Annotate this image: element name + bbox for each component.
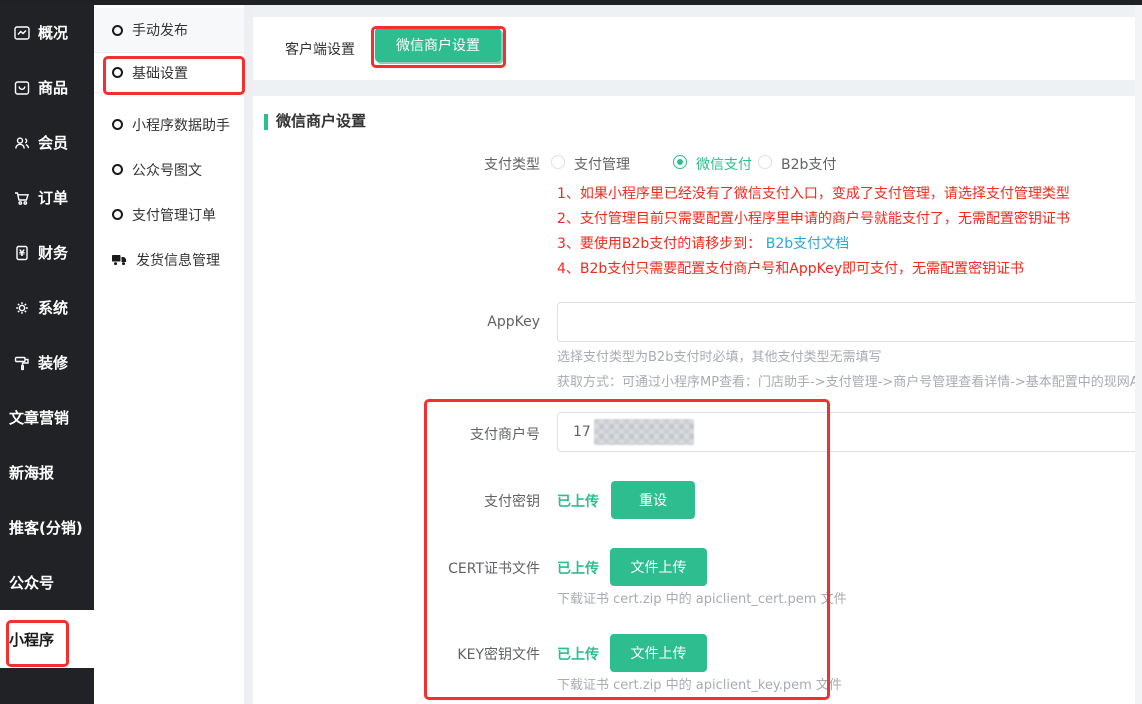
- appkey-input-box: [557, 302, 1142, 342]
- top-black-bar: [0, 0, 1142, 5]
- sidebar-item-official-account[interactable]: 公众号: [0, 555, 94, 610]
- tab-client-settings[interactable]: 客户端设置: [285, 39, 355, 59]
- sidebar-item-label: 概况: [38, 22, 68, 43]
- cert-file-status-badge: 已上传: [557, 558, 599, 578]
- sidebar-item-overview[interactable]: 概况: [0, 5, 94, 60]
- submenu-item-basic-settings[interactable]: 基础设置: [94, 53, 244, 93]
- submenu-scrollbar[interactable]: [244, 5, 253, 704]
- merchant-no-value: 17: [558, 424, 591, 440]
- sidebar-item-promoter[interactable]: 推客(分销): [0, 500, 94, 555]
- note-line-3: 3、要使用B2b支付的请移步到： B2b支付文档: [557, 233, 849, 253]
- sidebar-item-system[interactable]: 系统: [0, 280, 94, 335]
- censored-mosaic: [594, 419, 694, 445]
- submenu-item-label: 发货信息管理: [136, 250, 220, 270]
- tabs-panel: 客户端设置 微信商户设置: [253, 17, 1142, 80]
- radio-wechat-pay-label[interactable]: 微信支付: [696, 154, 752, 174]
- sidebar-item-members[interactable]: 会员: [0, 115, 94, 170]
- content-panel: 微信商户设置 支付类型 支付管理 微信支付 B2b支付 1、如果小程序里已经没有…: [253, 96, 1142, 704]
- circle-icon: [112, 25, 123, 36]
- key-upload-button[interactable]: 文件上传: [610, 634, 707, 672]
- sidebar-item-orders[interactable]: 订单: [0, 170, 94, 225]
- goods-icon: [13, 79, 31, 97]
- pay-secret-status-badge: 已上传: [557, 491, 599, 511]
- radio-wechat-pay[interactable]: [673, 155, 687, 169]
- sidebar-item-article-marketing[interactable]: 文章营销: [0, 390, 94, 445]
- submenu-item-official-account-articles[interactable]: 公众号图文: [94, 147, 244, 192]
- submenu-item-label: 小程序数据助手: [132, 115, 230, 135]
- submenu-panel: 手动发布 基础设置 小程序数据助手 公众号图文 支付管理订单 发货信息管理: [94, 5, 244, 704]
- appkey-input[interactable]: [558, 303, 1141, 341]
- merchant-no-input[interactable]: 17: [557, 412, 1142, 452]
- sidebar-item-label: 会员: [38, 132, 68, 153]
- orders-icon: [13, 189, 31, 207]
- svg-text:¥: ¥: [19, 249, 25, 259]
- section-title: 微信商户设置: [276, 110, 366, 131]
- sidebar-item-label: 小程序: [9, 629, 54, 650]
- tab-wechat-merchant-settings[interactable]: 微信商户设置: [375, 28, 501, 62]
- submenu-item-label: 基础设置: [132, 63, 188, 83]
- sidebar-item-label: 装修: [38, 352, 68, 373]
- members-icon: [13, 134, 31, 152]
- sidebar-item-label: 商品: [38, 77, 68, 98]
- sidebar-item-decorate[interactable]: 装修: [0, 335, 94, 390]
- sidebar-item-label: 财务: [38, 242, 68, 263]
- submenu-item-miniprogram-data-assistant[interactable]: 小程序数据助手: [94, 102, 244, 147]
- sidebar-item-finance[interactable]: ¥ 财务: [0, 225, 94, 280]
- radio-b2b-pay[interactable]: [758, 155, 772, 169]
- cert-file-help: 下载证书 cert.zip 中的 apiclient_cert.pem 文件: [557, 588, 847, 607]
- key-file-help: 下载证书 cert.zip 中的 apiclient_key.pem 文件: [557, 674, 842, 693]
- sidebar-item-label: 订单: [38, 187, 68, 208]
- key-file-status-badge: 已上传: [557, 644, 599, 664]
- cert-file-label: CERT证书文件: [253, 558, 540, 578]
- appkey-help-2: 获取方式：可通过小程序MP查看：门店助手->支付管理->商户号管理查看详情->基…: [557, 371, 1142, 390]
- appkey-label: AppKey: [253, 314, 540, 330]
- radio-pay-manage[interactable]: [551, 155, 565, 169]
- submenu-item-label: 手动发布: [132, 20, 188, 40]
- decorate-icon: [13, 354, 31, 372]
- note-line-2: 2、支付管理目前只需要配置小程序里申请的商户号就能支付了，无需配置密钥证书: [557, 208, 1070, 228]
- merchant-no-label: 支付商户号: [253, 424, 540, 444]
- sidebar-item-label: 推客(分销): [9, 517, 83, 538]
- submenu-item-payment-manage-orders[interactable]: 支付管理订单: [94, 192, 244, 237]
- app-window: 概况 商品 会员 订单 ¥ 财务 系统 装修 文章营销 新海报: [0, 0, 1142, 704]
- key-file-label: KEY密钥文件: [253, 644, 540, 664]
- reset-button[interactable]: 重设: [611, 481, 695, 519]
- finance-icon: ¥: [13, 244, 31, 262]
- sidebar-item-label: 系统: [38, 297, 68, 318]
- submenu-item-label: 公众号图文: [132, 160, 202, 180]
- sidebar-item-label: 文章营销: [9, 407, 69, 428]
- sidebar-item-mini-program[interactable]: 小程序: [0, 610, 94, 668]
- radio-pay-manage-label[interactable]: 支付管理: [574, 154, 630, 174]
- sidebar-item-label: 公众号: [9, 572, 54, 593]
- circle-icon: [112, 119, 123, 130]
- sidebar-item-label: 新海报: [9, 462, 54, 483]
- pay-secret-label: 支付密钥: [253, 491, 540, 511]
- note-line-4: 4、B2b支付只需要配置支付商户号和AppKey即可支付，无需配置密钥证书: [557, 258, 1024, 278]
- pay-type-label: 支付类型: [253, 154, 540, 174]
- system-icon: [13, 299, 31, 317]
- note-line-1: 1、如果小程序里已经没有了微信支付入口，变成了支付管理，请选择支付管理类型: [557, 183, 1070, 203]
- sidebar-item-new-poster[interactable]: 新海报: [0, 445, 94, 500]
- truck-icon: [112, 254, 127, 266]
- radio-b2b-pay-label[interactable]: B2b支付: [781, 154, 836, 174]
- sidebar-item-goods[interactable]: 商品: [0, 60, 94, 115]
- main-sidebar: 概况 商品 会员 订单 ¥ 财务 系统 装修 文章营销 新海报: [0, 0, 94, 704]
- section-accent-bar: [264, 114, 268, 130]
- cert-upload-button[interactable]: 文件上传: [610, 548, 707, 586]
- page-scrollbar[interactable]: [1135, 5, 1142, 704]
- circle-icon: [112, 67, 123, 78]
- overview-icon: [13, 24, 31, 42]
- circle-icon: [112, 209, 123, 220]
- submenu-item-shipping-info-manage[interactable]: 发货信息管理: [94, 237, 244, 282]
- circle-icon: [112, 164, 123, 175]
- submenu-item-manual-publish[interactable]: 手动发布: [94, 8, 244, 53]
- appkey-help-1: 选择支付类型为B2b支付时必填，其他支付类型无需填写: [557, 346, 881, 365]
- submenu-item-label: 支付管理订单: [132, 205, 216, 225]
- b2b-doc-link[interactable]: B2b支付文档: [766, 236, 849, 252]
